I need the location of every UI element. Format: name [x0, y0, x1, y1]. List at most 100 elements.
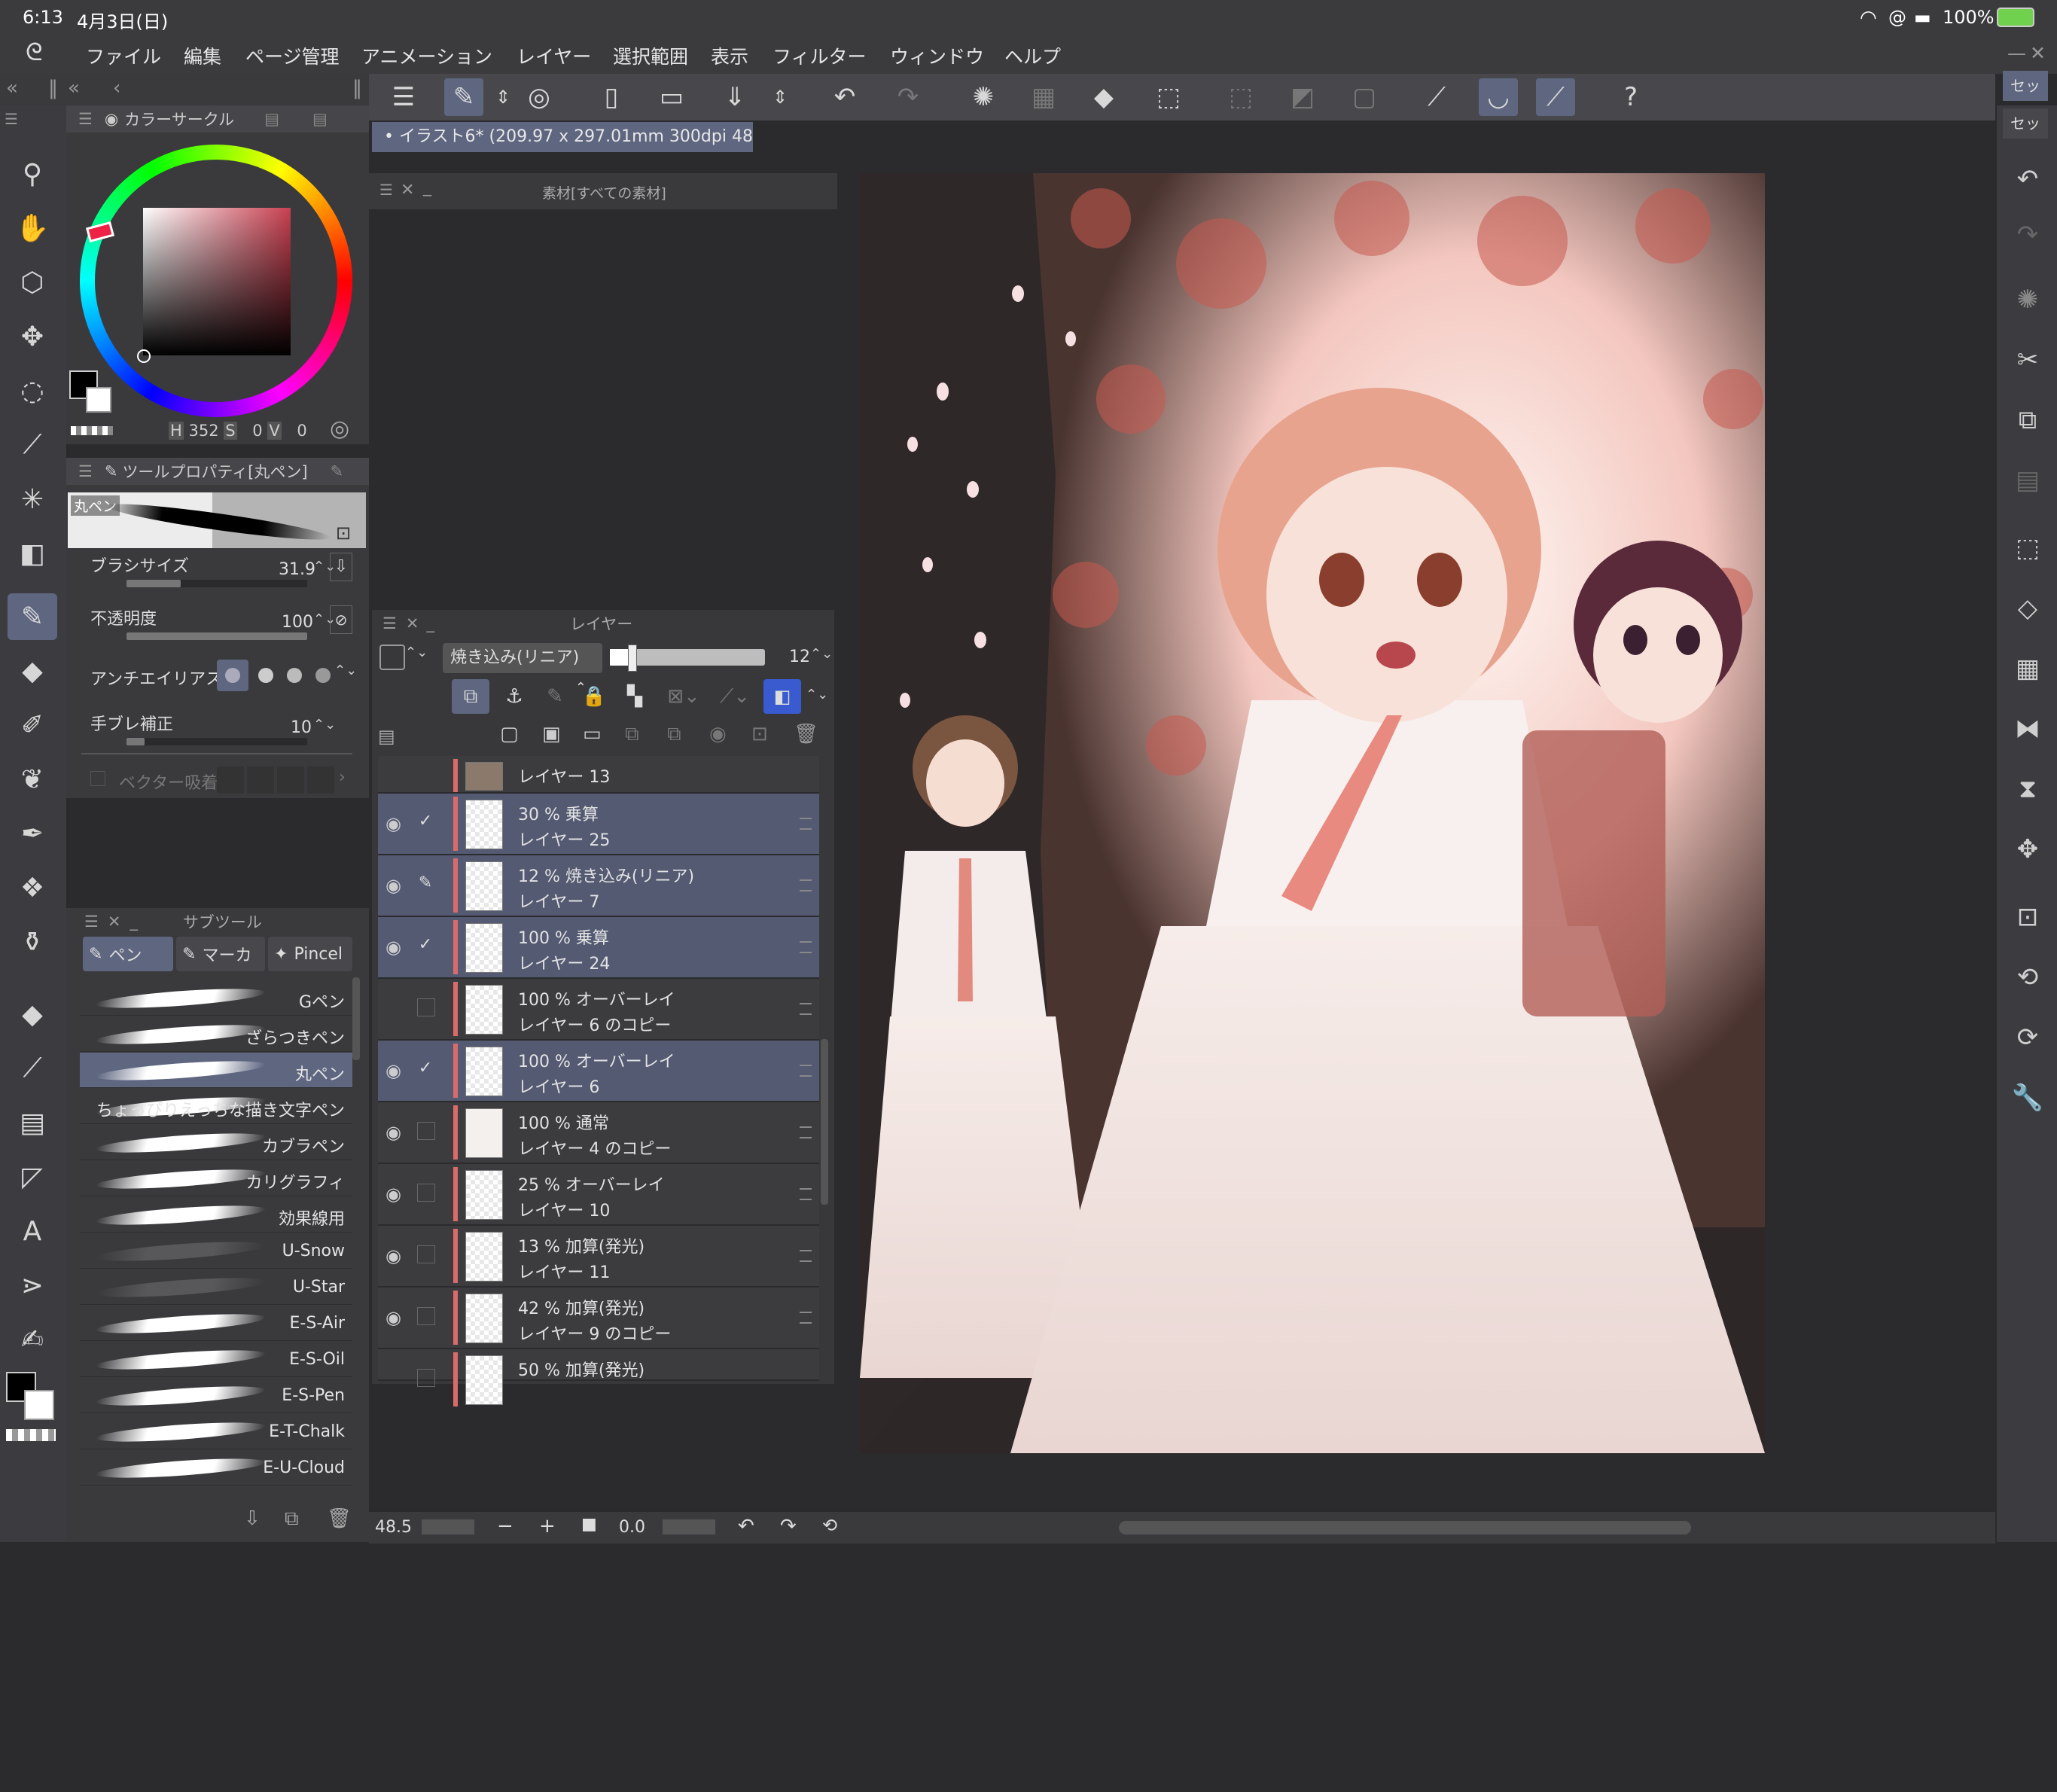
ruler-snap-icon[interactable]: ⟋	[1417, 78, 1456, 116]
minimize-icon[interactable]: _	[426, 614, 434, 632]
eraser-icon[interactable]: ◆	[8, 648, 57, 694]
right-tab-1[interactable]: セッ	[2003, 71, 2048, 101]
layer-opacity-value[interactable]: 12	[789, 648, 810, 666]
collapse-panel-icon[interactable]: «	[68, 77, 80, 99]
flip-horizontal-icon[interactable]: ⧓	[2007, 708, 2048, 750]
eye-icon[interactable]: ◉	[385, 1307, 401, 1328]
stamp-icon[interactable]: ⚱	[8, 919, 57, 965]
stabilization-value[interactable]: 10	[291, 718, 312, 737]
flip-vertical-icon[interactable]: ⧗	[2007, 768, 2048, 810]
chevron-right-icon[interactable]: ›	[339, 768, 346, 787]
subtool-item[interactable]: E-S-Oil	[80, 1342, 352, 1377]
layer-drag-handle[interactable]	[800, 941, 812, 953]
opacity-slider[interactable]	[126, 632, 307, 640]
save-icon[interactable]: ⇓	[715, 78, 754, 116]
layer-drag-handle[interactable]	[800, 1250, 812, 1262]
create-mask-icon[interactable]: ◉	[709, 723, 727, 745]
menu-edit[interactable]: 編集	[184, 42, 221, 69]
layer-opacity-slider[interactable]	[610, 645, 765, 672]
minimize-icon[interactable]: _	[130, 913, 138, 931]
close-icon[interactable]: ✕	[401, 181, 414, 200]
subtool-item[interactable]: E-T-Chalk	[80, 1414, 352, 1449]
color-circle-tab-icon[interactable]: ◉	[105, 110, 118, 128]
menu-layer[interactable]: レイヤー	[517, 42, 591, 69]
layer-check-icon[interactable]	[417, 1122, 435, 1140]
layer-drag-handle[interactable]	[800, 1312, 812, 1324]
layer-row[interactable]: 100 % オーバーレイ レイヤー 6 のコピー	[378, 979, 819, 1041]
layer-drag-handle[interactable]	[800, 818, 812, 830]
transparent-color-swatch[interactable]	[6, 1429, 56, 1441]
rotate-view-icon[interactable]: ⟲	[2007, 956, 2048, 998]
layer-row[interactable]: ◉ ✎ 12 % 焼き込み(リニア) レイヤー 7	[378, 855, 819, 917]
layer-drag-handle[interactable]	[800, 879, 812, 891]
undo-icon[interactable]: ↶	[825, 78, 864, 116]
gradient-icon[interactable]: ◧	[8, 530, 57, 577]
stabilization-slider[interactable]	[126, 738, 307, 745]
eye-icon[interactable]: ◉	[385, 937, 401, 958]
rotate-left-icon[interactable]: ↶	[738, 1515, 754, 1538]
new-raster-layer-icon[interactable]: ▢	[500, 723, 519, 745]
subtool-item[interactable]: 効果線用	[80, 1197, 352, 1233]
subtool-scrollbar[interactable]	[352, 977, 360, 1060]
layer-opacity-stepper[interactable]: ⌃⌄	[810, 646, 833, 662]
fit-icon[interactable]: ■	[581, 1515, 597, 1534]
layer-check-icon[interactable]: ✓	[417, 813, 434, 830]
right-tab-2[interactable]: セッ	[2003, 108, 2048, 139]
wrench-icon[interactable]: 🔧	[2007, 1077, 2048, 1119]
draft-layer-icon[interactable]: ✎	[538, 679, 572, 714]
auto-select-icon[interactable]: ✳	[8, 476, 57, 523]
minimize-icon[interactable]: —	[2007, 42, 2026, 64]
eye-icon[interactable]: ◉	[385, 1245, 401, 1266]
menu-window[interactable]: ウィンドウ	[890, 42, 984, 69]
lasso-icon[interactable]: ◌	[8, 367, 57, 414]
subtool-item[interactable]: E-S-Pen	[80, 1378, 352, 1413]
panel-menu-icon[interactable]: ☰	[382, 614, 397, 632]
mesh-transform-icon[interactable]: ▦	[2007, 648, 2048, 690]
pen-edit-icon[interactable]: ✎	[417, 875, 434, 891]
subtool-item[interactable]: E-S-Air	[80, 1306, 352, 1341]
document-tab[interactable]: • イラスト6* (209.97 x 297.01mm 300dpi 48.5%…	[372, 122, 753, 152]
subtool-item[interactable]: Gペン	[80, 980, 352, 1016]
sub-color-indicator[interactable]	[86, 387, 111, 413]
saturation-value-square[interactable]	[143, 208, 291, 355]
layer-check-icon[interactable]: ✓	[417, 937, 434, 953]
layer-row[interactable]: ◉ 42 % 加算(発光) レイヤー 9 のコピー	[378, 1288, 819, 1349]
undo-icon[interactable]: ↶	[2007, 158, 2048, 200]
cut-icon[interactable]: ✂	[2007, 339, 2048, 381]
eye-icon[interactable]: ◉	[385, 1060, 401, 1081]
layer-drag-handle[interactable]	[800, 1065, 812, 1077]
vector-line-icon[interactable]: ◸	[8, 1154, 57, 1200]
menu-file[interactable]: ファイル	[86, 42, 161, 69]
mask-enable-icon[interactable]: ⊠⌄	[661, 679, 706, 714]
redo-icon[interactable]: ↷	[888, 78, 928, 116]
pen-icon[interactable]: ✎	[8, 593, 57, 640]
layer-check-icon[interactable]	[417, 1369, 435, 1387]
transfer-down-icon[interactable]: ⧉	[625, 723, 639, 746]
grid-snap-icon[interactable]: ⟋	[1536, 78, 1575, 116]
layer-drag-handle[interactable]	[800, 1188, 812, 1200]
transform-icon[interactable]: ⬚	[1149, 78, 1188, 116]
vector-snap-options[interactable]	[217, 766, 337, 794]
rotation-value[interactable]: 0.0	[619, 1518, 645, 1537]
redo-icon[interactable]: ↷	[2007, 214, 2048, 256]
close-icon[interactable]: ✕	[406, 614, 419, 632]
deselect-icon[interactable]: ⬚	[1221, 78, 1260, 116]
subtool-tab-marker[interactable]: ✎ マーカ	[176, 937, 265, 971]
horizontal-scrollbar[interactable]	[1119, 1521, 1691, 1534]
move-icon[interactable]: ✥	[8, 313, 57, 360]
blend-icon[interactable]: ❦	[8, 756, 57, 803]
layer-check-icon[interactable]	[417, 1245, 435, 1263]
layer-row[interactable]: ◉ ✓ 100 % 乗算 レイヤー 24	[378, 917, 819, 979]
eye-icon[interactable]: ◉	[385, 813, 401, 834]
panel-menu-icon[interactable]: ☰	[84, 913, 99, 931]
loading-spinner-icon[interactable]: ✺	[2007, 279, 2048, 321]
selection-border-icon[interactable]: ▢	[1345, 78, 1384, 116]
text-icon[interactable]: A	[8, 1208, 57, 1254]
sub-color-swatch[interactable]	[24, 1390, 54, 1420]
opacity-link-icon[interactable]: ⊘	[330, 605, 352, 634]
panel-menu-icon[interactable]: ☰	[78, 110, 93, 128]
blend-mode-select[interactable]: 焼き込み(リニア) ⌃⌄	[443, 643, 602, 696]
panel-grip-right-icon[interactable]: ‖	[352, 77, 362, 99]
fill-bucket-icon[interactable]: ◆	[1084, 78, 1123, 116]
subtool-item[interactable]: カブラペン	[80, 1125, 352, 1160]
